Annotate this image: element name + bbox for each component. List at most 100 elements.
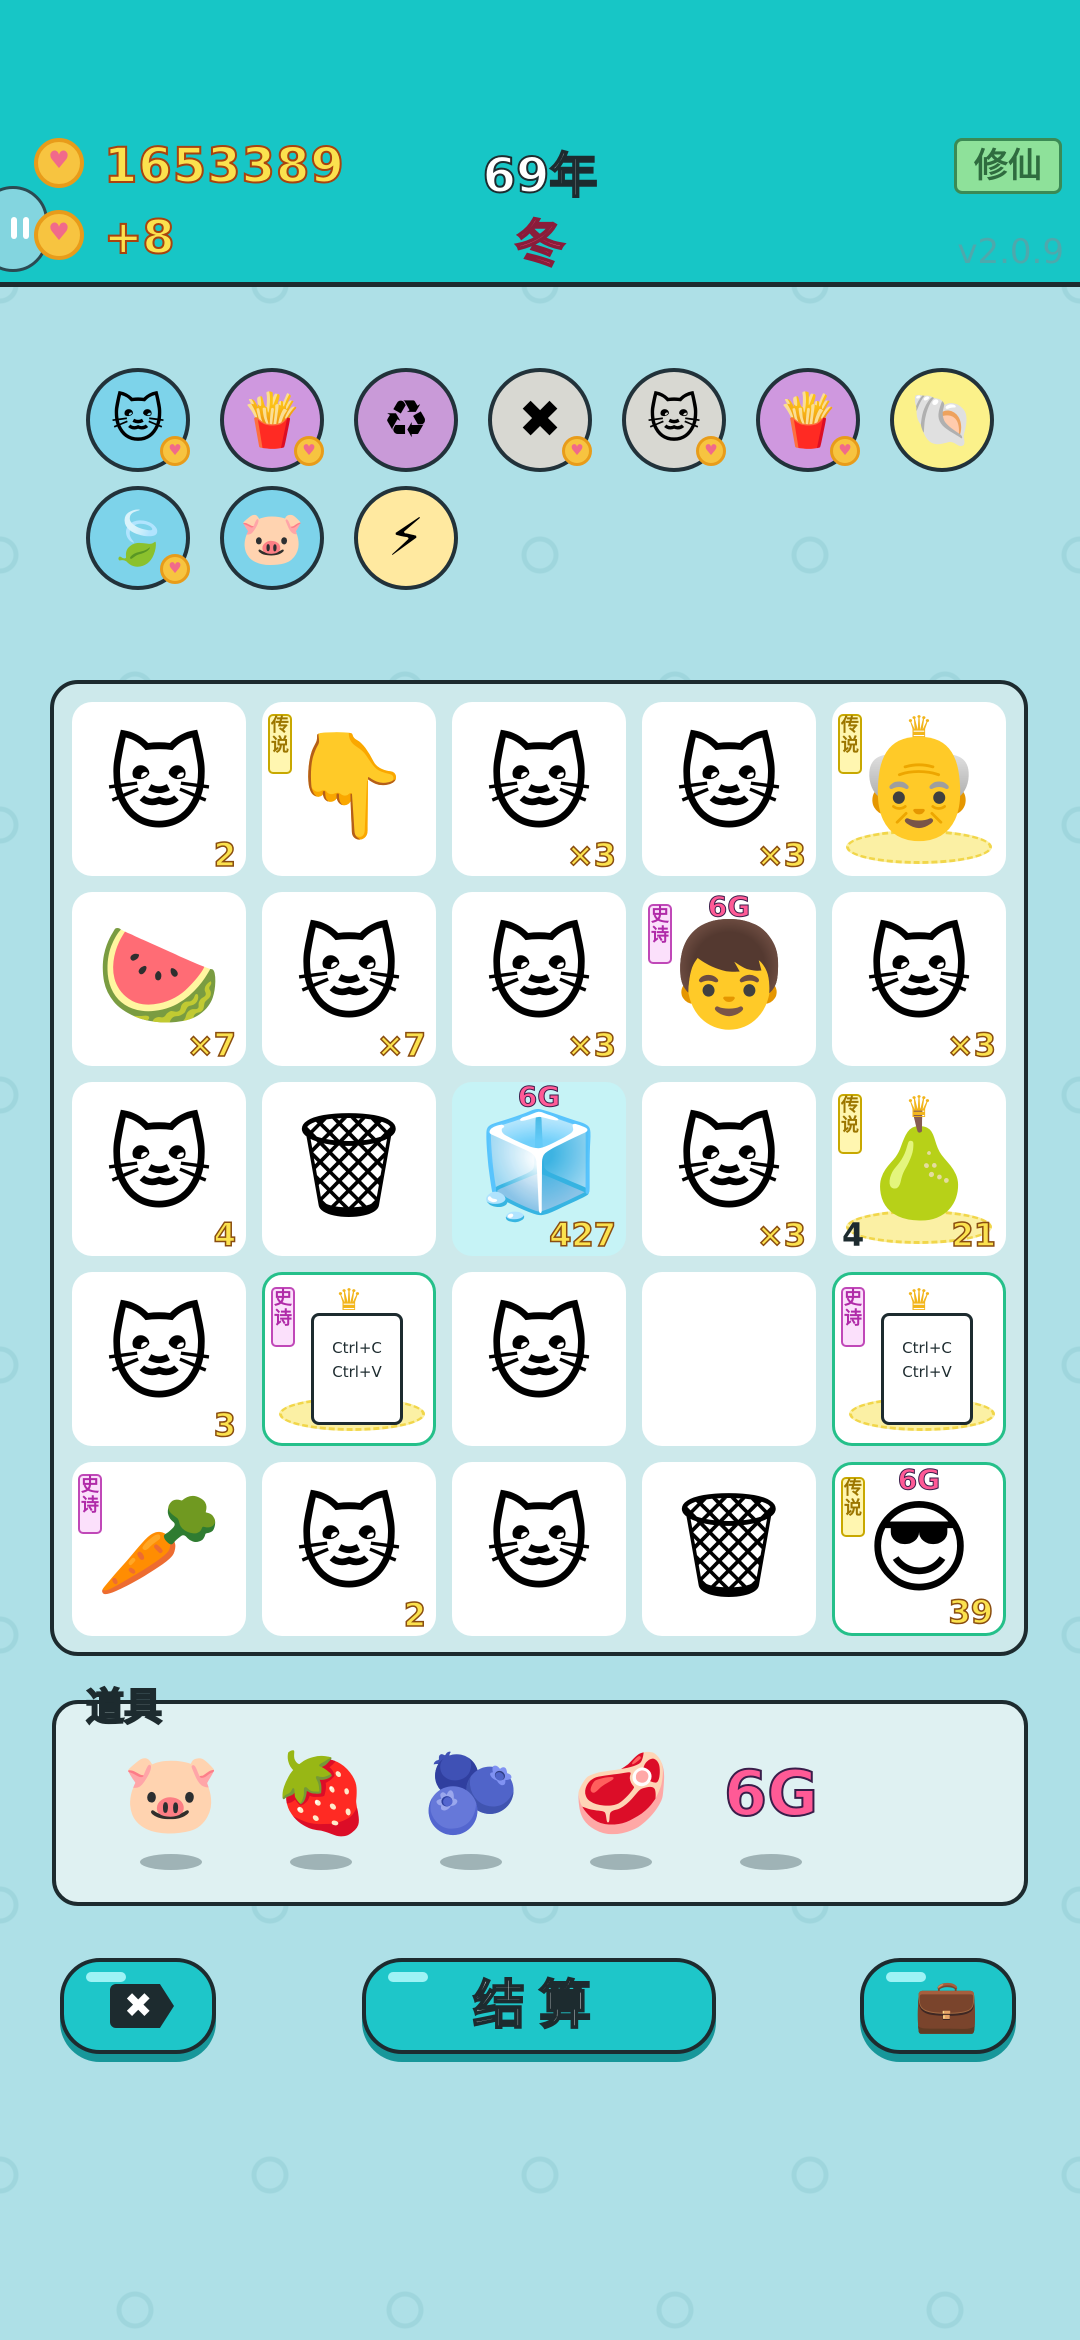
- cat-icon: 🐱: [485, 726, 593, 845]
- cat-icon: 🐱: [105, 726, 213, 845]
- buff-glyph: ⚡: [387, 508, 425, 568]
- ctrl-v-label: Ctrl+V: [902, 1363, 952, 1381]
- money-count: 1653389: [103, 137, 345, 195]
- tool-shadow: [590, 1854, 652, 1870]
- tool-glyph: 🥩: [572, 1749, 670, 1839]
- item-count: ×3: [566, 835, 617, 875]
- piggy-bank-icon[interactable]: 🐷: [116, 1744, 226, 1870]
- cat-icon: 🐱: [295, 916, 403, 1035]
- board-cell[interactable]: 🐱 ×3: [642, 1082, 816, 1256]
- heart-badge-icon: ♥: [160, 436, 190, 466]
- item-count: 3: [213, 1405, 237, 1445]
- 6g-icon[interactable]: 6G: [716, 1744, 826, 1870]
- board-cell[interactable]: 🐱 ×3: [452, 892, 626, 1066]
- buff-glyph: 🐚: [909, 390, 975, 451]
- top-bar: 1653389 +8 69年 冬 修仙 v2.0.9: [0, 0, 1080, 287]
- buff-glyph: 🐷: [239, 508, 305, 569]
- board-cell[interactable]: 🐱: [452, 1462, 626, 1636]
- board-cell[interactable]: 🗑: [262, 1082, 436, 1256]
- heart-badge-icon: ♥: [294, 436, 324, 466]
- liver-icon[interactable]: 🥩: [566, 1744, 676, 1870]
- board-cell[interactable]: 👴 ♛ 传说: [832, 702, 1006, 876]
- watermelon-icon: 🍉: [95, 916, 223, 1035]
- epic-tag: 史诗: [841, 1287, 865, 1347]
- board-cell[interactable]: Ctrl+C Ctrl+V ♛ 史诗: [832, 1272, 1006, 1446]
- ctrl-v-label: Ctrl+V: [332, 1363, 382, 1381]
- cat-icon: 🐱: [485, 916, 593, 1035]
- item-count: 21: [951, 1215, 997, 1255]
- leaf-buff-icon[interactable]: 🍃 ♥: [86, 486, 190, 590]
- item-count: 39: [948, 1592, 994, 1632]
- board-cell[interactable]: 👦 6G 史诗: [642, 890, 816, 1066]
- heart-badge-icon: ♥: [830, 436, 860, 466]
- remove-button[interactable]: ✖: [60, 1958, 216, 2054]
- tools-panel: 🐷 🍓 🫐 🥩 6G: [52, 1700, 1028, 1906]
- buff-glyph: 🍟: [239, 390, 305, 451]
- recycle-buff-icon[interactable]: ♻: [354, 368, 458, 472]
- tool-glyph: 6G: [723, 1756, 819, 1831]
- shine: [86, 1972, 126, 1982]
- board-cell[interactable]: 🐱 ×3: [832, 892, 1006, 1066]
- cat-icon: 🐱: [485, 1486, 593, 1605]
- ctrl-c-label: Ctrl+C: [332, 1339, 382, 1357]
- item-count: 2: [213, 835, 237, 875]
- board-cell[interactable]: 🐱 ×7: [262, 892, 436, 1066]
- board-cell[interactable]: 🍉 ×7: [72, 892, 246, 1066]
- close-tag-buff-icon[interactable]: ✖ ♥: [488, 368, 592, 472]
- trash-bag-icon: 🗑: [284, 1106, 414, 1225]
- board-cell[interactable]: 🐱 3: [72, 1272, 246, 1446]
- board-cell[interactable]: 👇 传说: [262, 702, 436, 876]
- item-count: ×3: [946, 1025, 997, 1065]
- heart-badge-icon: ♥: [696, 436, 726, 466]
- blueberry-icon[interactable]: 🫐: [416, 1744, 526, 1870]
- season-label: 冬: [514, 214, 566, 274]
- piggy-buff-icon[interactable]: 🐷: [220, 486, 324, 590]
- board-cell[interactable]: 🍐 ♛ 传说 21 4: [832, 1082, 1006, 1256]
- board-cell[interactable]: 🐱 ×3: [452, 702, 626, 876]
- board-cell[interactable]: 🧊 6G 427: [452, 1080, 626, 1256]
- heart-badge-icon: ♥: [160, 554, 190, 584]
- item-count: ×3: [756, 1215, 807, 1255]
- item-count: ×7: [186, 1025, 237, 1065]
- ctrl-cv-icon: Ctrl+C Ctrl+V: [311, 1313, 403, 1425]
- item-level: 4: [842, 1216, 865, 1254]
- cat-buff-icon[interactable]: 🐱 ♥: [86, 368, 190, 472]
- board-cell[interactable]: [642, 1272, 816, 1446]
- board-cell[interactable]: 🐱 2: [262, 1462, 436, 1636]
- xiuxian-button[interactable]: 修仙: [954, 138, 1062, 194]
- fridge-icon: 🧊: [475, 1106, 603, 1225]
- heart-badge-icon: ♥: [562, 436, 592, 466]
- buff-glyph: 🐱: [646, 390, 702, 450]
- board-cell[interactable]: Ctrl+C Ctrl+V ♛ 史诗: [262, 1272, 436, 1446]
- settle-button[interactable]: 结算: [362, 1958, 716, 2054]
- 6g-badge: 6G: [517, 1080, 561, 1114]
- shell-buff-icon[interactable]: 🐚: [890, 368, 994, 472]
- board-cell[interactable]: 🐱: [452, 1272, 626, 1446]
- item-count: 4: [213, 1215, 237, 1255]
- buff-glyph: 🍃: [105, 508, 171, 569]
- strawberry-icon[interactable]: 🍓: [266, 1744, 376, 1870]
- tool-shadow: [740, 1854, 802, 1870]
- board-cell[interactable]: 🐱 ×3: [642, 702, 816, 876]
- board-cell[interactable]: 🗑: [642, 1462, 816, 1636]
- fries-buff-icon[interactable]: 🍟 ♥: [756, 368, 860, 472]
- cat-icon: 🐱: [105, 1106, 213, 1225]
- cat-icon: 🐱: [295, 1486, 403, 1605]
- legend-tag: 传说: [838, 1094, 862, 1154]
- twin-cats-buff-icon[interactable]: 🐱 ♥: [622, 368, 726, 472]
- cat-icon: 🐱: [865, 916, 973, 1035]
- close-icon: ✖: [110, 1984, 174, 2028]
- board-cell[interactable]: 🐱 2: [72, 702, 246, 876]
- fries-buff-icon[interactable]: 🍟 ♥: [220, 368, 324, 472]
- lightning-buff-icon[interactable]: ⚡: [354, 486, 458, 590]
- version-label: v2.0.9: [957, 232, 1064, 272]
- item-count: ×3: [756, 835, 807, 875]
- bag-button[interactable]: 💼: [860, 1958, 1016, 2054]
- board-cell[interactable]: 🐱 4: [72, 1082, 246, 1256]
- item-count: 427: [548, 1215, 616, 1255]
- coin-icon: [34, 138, 84, 188]
- board-cell[interactable]: 😎 6G 传说 39: [832, 1462, 1006, 1636]
- board-cell[interactable]: 🥕 史诗: [72, 1462, 246, 1636]
- cat-icon: 🐱: [675, 1106, 783, 1225]
- item-board: 🐱 2 👇 传说 🐱 ×3 🐱 ×3 👴 ♛ 传说 🍉 ×7 🐱 ×7 🐱 ×3 👦 6G 史诗 🐱 ×3 🐱 4 🗑 🧊 6G 42…: [50, 680, 1028, 1656]
